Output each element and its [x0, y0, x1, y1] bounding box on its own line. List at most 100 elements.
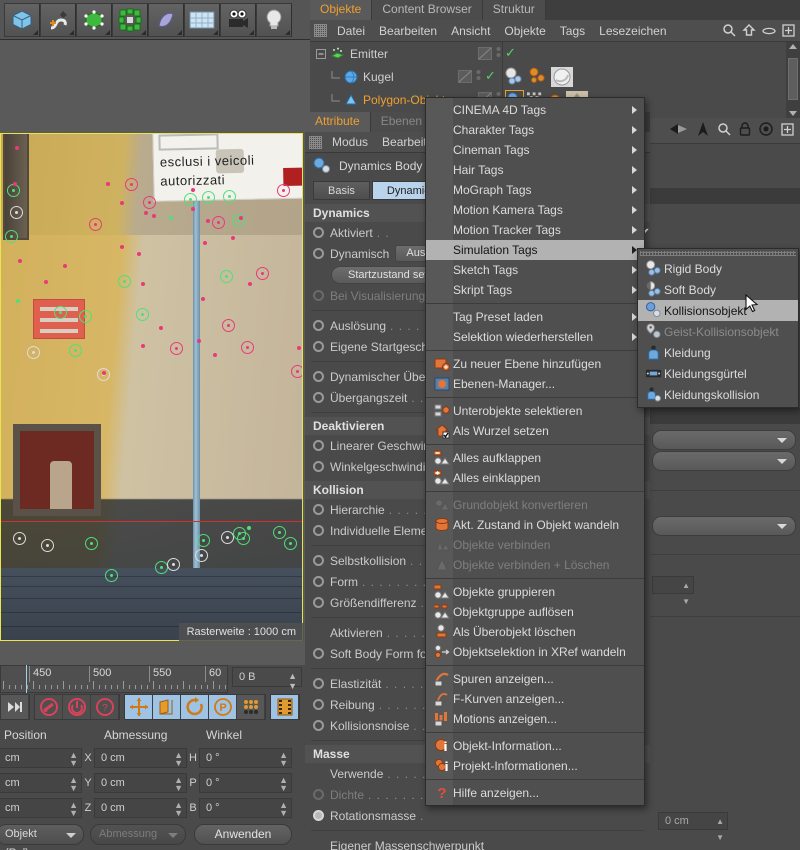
attribute-row-eigener-massenschwerpunkt[interactable]: Eigener Massenschwerpunkt — [305, 835, 650, 850]
scroll-thumb[interactable] — [788, 58, 798, 100]
panel-grip-icon[interactable] — [309, 136, 322, 149]
angle-b-field[interactable]: 0 °▲▼ — [199, 798, 292, 818]
submenu-tearoff-grip[interactable] — [640, 251, 796, 256]
subtab-basis[interactable]: Basis — [313, 181, 370, 200]
menu-item-zu-neuer-ebene-hinzuf-gen[interactable]: Zu neuer Ebene hinzufügen — [426, 354, 644, 374]
menu-item-unterobjekte-selektieren[interactable]: Unterobjekte selektieren — [426, 401, 644, 421]
spinner-icon[interactable]: ▲▼ — [288, 671, 297, 691]
target-icon[interactable] — [759, 122, 773, 139]
ellipse-icon[interactable] — [762, 25, 776, 39]
parameter-toggle-icon[interactable] — [313, 461, 324, 472]
tab-content-browser[interactable]: Content Browser — [372, 0, 482, 20]
menu-item-charakter-tags[interactable]: Charakter Tags — [426, 120, 644, 140]
value-dropdown-2[interactable] — [652, 451, 796, 471]
dimension-y-field[interactable]: 0 cm▲▼ — [94, 773, 187, 793]
menu-item-motions-anzeigen[interactable]: Motions anzeigen... — [426, 709, 644, 729]
dimension-z-field[interactable]: 0 cm▲▼ — [94, 798, 187, 818]
menu-item-selektion-wiederherstellen[interactable]: Selektion wiederherstellen — [426, 327, 644, 347]
enabled-check-icon[interactable]: ✓ — [485, 68, 496, 84]
menu-item-akt-zustand-in-objekt-wandeln[interactable]: Akt. Zustand in Objekt wandeln — [426, 515, 644, 535]
parameter-toggle-icon[interactable] — [313, 320, 324, 331]
submenu-item-kleidungskollision[interactable]: Kleidungskollision — [638, 384, 798, 405]
menu-item-spuren-anzeigen[interactable]: Spuren anzeigen... — [426, 669, 644, 689]
menu-item-als-berobjekt-l-schen[interactable]: Als Überobjekt löschen — [426, 622, 644, 642]
tab-attribute[interactable]: Attribute — [305, 112, 371, 132]
light-icon[interactable] — [256, 3, 292, 37]
menu-tags[interactable]: Tags — [553, 24, 592, 38]
menu-item-mograph-tags[interactable]: MoGraph Tags — [426, 180, 644, 200]
menu-item-f-kurven-anzeigen[interactable]: F-Kurven anzeigen... — [426, 689, 644, 709]
timeline-ruler[interactable]: 45050055060 — [0, 665, 228, 693]
parameter-toggle-icon[interactable] — [313, 371, 324, 382]
menu-item-alles-einklappen[interactable]: Alles einklappen — [426, 468, 644, 488]
tracked-footage[interactable]: esclusi i veicoli autorizzati — [0, 133, 303, 641]
menu-item-objekt-information[interactable]: Objekt-Information... — [426, 736, 644, 756]
menu-item-motion-tracker-tags[interactable]: Motion Tracker Tags — [426, 220, 644, 240]
submenu-item-kleidung[interactable]: Kleidung — [638, 342, 798, 363]
parameter-toggle-icon[interactable] — [313, 699, 324, 710]
submenu-item-geist-kollisionsobjekt[interactable]: Geist-Kollisionsobjekt — [638, 321, 798, 342]
parameter-toggle-icon[interactable] — [313, 576, 324, 587]
parameter-toggle-icon[interactable] — [313, 227, 324, 238]
menu-item-sketch-tags[interactable]: Sketch Tags — [426, 260, 644, 280]
parent-axis-icon[interactable]: P — [209, 695, 237, 719]
parameter-toggle-icon[interactable] — [313, 678, 324, 689]
menu-item-motion-kamera-tags[interactable]: Motion Kamera Tags — [426, 200, 644, 220]
panel-grip-icon[interactable] — [314, 24, 327, 37]
menu-item-tag-preset-laden[interactable]: Tag Preset laden — [426, 307, 644, 327]
value-dropdown-1[interactable] — [652, 430, 796, 450]
menu-ansicht[interactable]: Ansicht — [444, 24, 497, 38]
angle-h-field[interactable]: 0 °▲▼ — [199, 748, 292, 768]
axis-lock-y-icon[interactable] — [63, 695, 91, 719]
axis-lock-x-icon[interactable] — [35, 695, 63, 719]
menu-item-skript-tags[interactable]: Skript Tags — [426, 280, 644, 300]
angle-p-field[interactable]: 0 °▲▼ — [199, 773, 292, 793]
menu-modus[interactable]: Modus — [325, 135, 375, 149]
arrow-left-icon[interactable] — [669, 122, 689, 139]
position-x-field[interactable]: cm▲▼ — [0, 748, 82, 768]
environment-floor-icon[interactable] — [184, 3, 220, 37]
visibility-dots-icon[interactable] — [476, 69, 481, 84]
render-view-icon[interactable] — [271, 695, 299, 719]
parameter-toggle-icon[interactable] — [313, 720, 324, 731]
position-y-field[interactable]: cm▲▼ — [0, 773, 82, 793]
dimension-x-field[interactable]: 0 cm▲▼ — [94, 748, 187, 768]
menu-item-ebenen-manager[interactable]: Ebenen-Manager... — [426, 374, 644, 394]
menu-item-simulation-tags[interactable]: Simulation Tags — [426, 240, 644, 260]
parameter-toggle-icon[interactable] — [313, 555, 324, 566]
parameter-toggle-icon[interactable] — [313, 504, 324, 515]
parameter-toggle-icon[interactable] — [313, 440, 324, 451]
simulation-tags-submenu[interactable]: Rigid BodySoft BodyKollisionsobjektGeist… — [637, 248, 799, 408]
menu-item-cineman-tags[interactable]: Cineman Tags — [426, 140, 644, 160]
coordinate-mode-dropdown[interactable]: Objekt (Rel) — [0, 824, 84, 845]
rotate-tool-icon[interactable] — [181, 695, 209, 719]
magnifier-icon[interactable] — [717, 122, 731, 139]
deformer-icon[interactable] — [148, 3, 184, 37]
menu-datei[interactable]: Datei — [330, 24, 372, 38]
tags-context-menu[interactable]: CINEMA 4D TagsCharakter TagsCineman Tags… — [425, 97, 645, 806]
viewport[interactable]: esclusi i veicoli autorizzati Rasterweit… — [0, 40, 310, 665]
menu-item-objektgruppe-aufl-sen[interactable]: Objektgruppe auflösen — [426, 602, 644, 622]
submenu-item-kleidungsg-rtel[interactable]: Kleidungsgürtel — [638, 363, 798, 384]
enabled-check-icon[interactable]: ✓ — [505, 45, 516, 61]
menu-item-objekte-gruppieren[interactable]: Objekte gruppieren — [426, 582, 644, 602]
move-tool-icon[interactable] — [125, 695, 153, 719]
fullscreen-icon[interactable] — [782, 24, 795, 40]
array-object-icon[interactable] — [112, 3, 148, 37]
parameter-toggle-icon[interactable] — [313, 810, 324, 821]
home-icon[interactable] — [742, 23, 756, 40]
parameter-toggle-icon[interactable] — [313, 597, 324, 608]
dimension-mode-dropdown[interactable]: Abmessung — [90, 824, 186, 845]
point-mode-icon[interactable] — [237, 695, 265, 719]
nurbs-icon[interactable] — [76, 3, 112, 37]
attribute-row-rotationsmasse[interactable]: Rotationsmasse. — [305, 805, 650, 826]
parameter-toggle-icon[interactable] — [313, 290, 324, 301]
axis-lock-z-icon[interactable]: ? — [91, 695, 119, 719]
menu-item-objektselektion-in-xref-wandeln[interactable]: Objektselektion in XRef wandeln — [426, 642, 644, 662]
lock-icon[interactable] — [739, 122, 751, 139]
menu-objekte[interactable]: Objekte — [497, 24, 552, 38]
submenu-item-rigid-body[interactable]: Rigid Body — [638, 258, 798, 279]
value-field-2[interactable]: 0 cm ▲▼ — [658, 812, 728, 830]
submenu-item-kollisionsobjekt[interactable]: Kollisionsobjekt — [638, 300, 798, 321]
parameter-toggle-icon[interactable] — [313, 392, 324, 403]
